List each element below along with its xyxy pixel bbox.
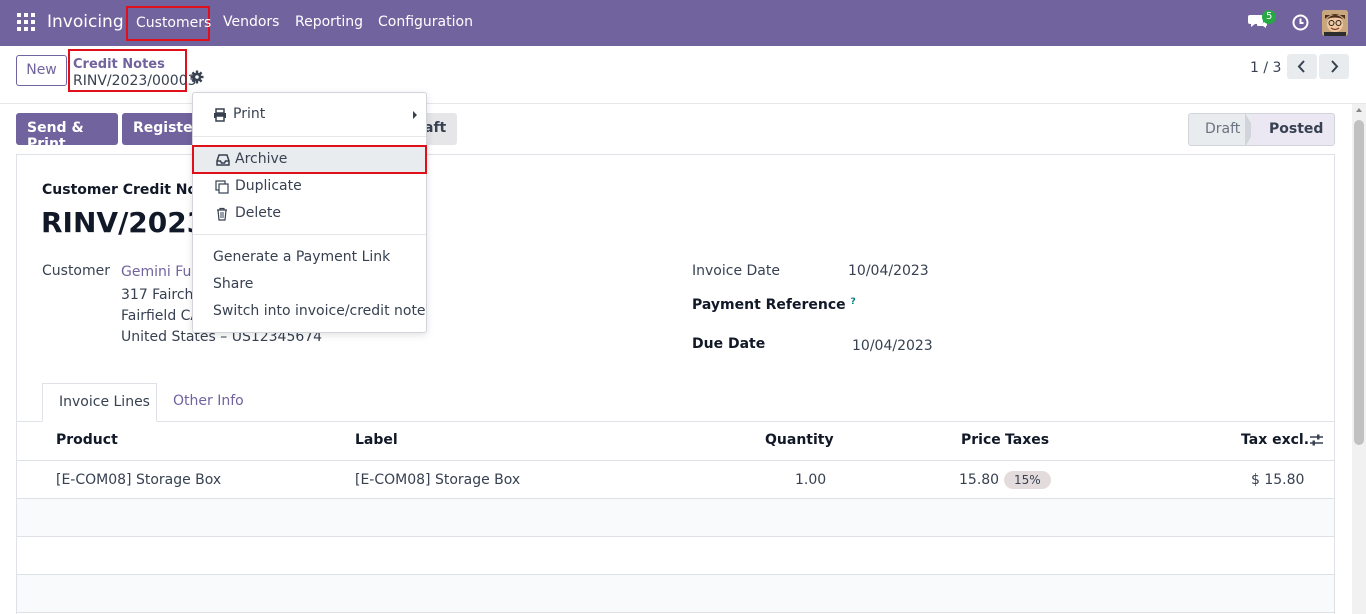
address-line-2: Fairfield CA: [121, 308, 201, 324]
submenu-caret-icon: [413, 111, 417, 119]
breadcrumb: Credit Notes RINV/2023/00003: [68, 49, 197, 92]
menu-item-share-label: Share: [213, 276, 254, 292]
invoice-date-label: Invoice Date: [692, 263, 780, 279]
tab-other-info[interactable]: Other Info: [173, 393, 244, 409]
row-product[interactable]: [E-COM08] Storage Box: [56, 472, 221, 488]
row-tax-excl: $ 15.80: [1251, 472, 1305, 488]
row-tax-badge[interactable]: 15%: [1004, 471, 1051, 489]
status-posted[interactable]: Posted: [1251, 114, 1334, 145]
menu-item-share[interactable]: Share: [193, 271, 426, 298]
menu-item-print[interactable]: Print: [193, 101, 426, 128]
customer-label: Customer: [42, 263, 111, 279]
scrollbar-thumb[interactable]: [1354, 120, 1364, 445]
scroll-up-arrow-icon[interactable]: [1356, 108, 1362, 112]
printer-icon: [214, 108, 226, 122]
menu-item-generate-payment-link-label: Generate a Payment Link: [213, 249, 391, 265]
vertical-scrollbar[interactable]: [1352, 104, 1366, 614]
col-header-taxes[interactable]: Taxes: [1005, 432, 1049, 448]
user-avatar[interactable]: [1322, 10, 1348, 36]
due-date-value[interactable]: 10/04/2023: [852, 338, 933, 354]
send-print-button[interactable]: Send & Print: [16, 113, 118, 152]
status-bar: Draft Posted: [1188, 113, 1335, 146]
menu-item-duplicate[interactable]: Duplicate: [193, 173, 426, 200]
payment-reference-label-text: Payment Reference: [692, 297, 846, 313]
menu-configuration[interactable]: Configuration: [378, 14, 473, 30]
menu-item-generate-payment-link[interactable]: Generate a Payment Link: [193, 244, 426, 271]
tab-divider: [17, 421, 1334, 422]
tab-invoice-lines[interactable]: Invoice Lines: [42, 383, 157, 422]
col-header-tax-excl[interactable]: Tax excl.: [1241, 432, 1309, 448]
invoice-date-value[interactable]: 10/04/2023: [848, 263, 929, 279]
help-tooltip-icon[interactable]: ?: [851, 297, 856, 307]
row-label[interactable]: [E-COM08] Storage Box: [355, 472, 520, 488]
document-type-label: Customer Credit Note: [42, 182, 214, 198]
row-separator: [17, 460, 1334, 461]
app-title[interactable]: Invoicing: [47, 12, 124, 32]
gear-icon[interactable]: [190, 70, 204, 84]
menu-item-duplicate-label: Duplicate: [235, 178, 302, 194]
address-line-1: 317 Fairchil: [121, 287, 202, 303]
breadcrumb-current-record: RINV/2023/00003: [73, 73, 197, 89]
chat-count-badge: 5: [1262, 10, 1277, 24]
menu-reporting[interactable]: Reporting: [295, 14, 363, 30]
actions-dropdown-menu: Print Archive Duplicate Delete Generate …: [192, 92, 427, 333]
menu-item-print-label: Print: [233, 106, 266, 122]
menu-item-archive[interactable]: Archive: [192, 145, 427, 174]
trash-icon: [217, 207, 227, 221]
due-date-label: Due Date: [692, 336, 766, 352]
chevron-right-icon: [1331, 60, 1339, 73]
menu-item-archive-label: Archive: [235, 151, 288, 167]
menu-item-delete[interactable]: Delete: [193, 200, 426, 227]
payment-reference-label: Payment Reference ?: [692, 297, 856, 313]
menu-item-delete-label: Delete: [235, 205, 281, 221]
col-header-product[interactable]: Product: [56, 432, 118, 448]
column-settings-icon[interactable]: [1309, 433, 1324, 447]
breadcrumb-credit-notes[interactable]: Credit Notes: [73, 57, 165, 72]
avatar-face-icon: [1322, 10, 1348, 36]
chevron-left-icon: [1297, 60, 1305, 73]
empty-row: [17, 575, 1334, 612]
new-button[interactable]: New: [16, 55, 67, 86]
col-header-label[interactable]: Label: [355, 432, 398, 448]
app-menu-icon[interactable]: [17, 13, 35, 31]
col-header-quantity[interactable]: Quantity: [765, 432, 834, 448]
archive-inbox-icon: [216, 154, 230, 166]
row-quantity[interactable]: 1.00: [795, 472, 826, 488]
status-draft[interactable]: Draft: [1205, 121, 1240, 137]
menu-item-switch-invoice[interactable]: Switch into invoice/credit note: [193, 298, 426, 325]
empty-row: [17, 499, 1334, 536]
copy-icon: [215, 180, 229, 194]
col-header-price[interactable]: Price: [961, 432, 1001, 448]
pager-value[interactable]: 1 / 3: [1250, 60, 1281, 76]
menu-divider: [193, 234, 426, 235]
top-navbar: Invoicing Customers Vendors Reporting Co…: [0, 0, 1366, 46]
row-separator: [17, 612, 1334, 613]
menu-item-switch-invoice-label: Switch into invoice/credit note: [213, 303, 426, 319]
empty-row: [17, 537, 1334, 574]
menu-divider: [193, 136, 426, 137]
pager-next-button[interactable]: [1319, 54, 1349, 79]
activity-clock-icon[interactable]: [1292, 14, 1309, 31]
menu-vendors[interactable]: Vendors: [223, 14, 279, 30]
row-price[interactable]: 15.80: [959, 472, 999, 488]
pager-previous-button[interactable]: [1287, 54, 1317, 79]
menu-customers[interactable]: Customers: [126, 6, 211, 41]
document-number: RINV/2023/: [41, 206, 217, 239]
register-payment-button[interactable]: Register: [122, 113, 202, 145]
